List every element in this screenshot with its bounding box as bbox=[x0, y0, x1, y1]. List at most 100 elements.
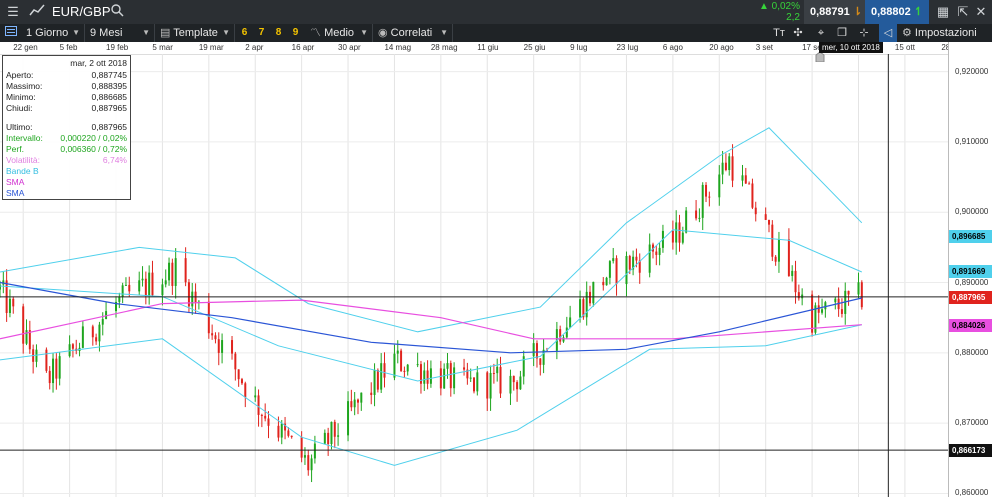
candle-body bbox=[535, 343, 538, 359]
panel-icon[interactable] bbox=[2, 24, 20, 42]
candle-body bbox=[191, 291, 194, 307]
candle-body bbox=[68, 344, 71, 357]
candle-body bbox=[353, 399, 356, 408]
candle-body bbox=[280, 423, 283, 438]
candle-body bbox=[244, 383, 247, 398]
low-value: 0,886685 bbox=[91, 92, 127, 102]
candle-body bbox=[148, 272, 151, 296]
date-tick-label: 5 feb bbox=[59, 43, 78, 52]
candle-body bbox=[393, 353, 396, 378]
candle-body bbox=[741, 175, 744, 181]
popout-icon[interactable]: ⇱ bbox=[954, 3, 972, 21]
price-chart[interactable] bbox=[0, 54, 948, 497]
chevron-down-icon: ▼ bbox=[360, 28, 368, 37]
medio-select[interactable]: 〽 Medio ▼ bbox=[310, 24, 373, 42]
candle-body bbox=[635, 256, 638, 261]
correlati-select[interactable]: ◉ Correlati ▼ bbox=[378, 24, 453, 42]
ask-box[interactable]: 0,88802 ↿ bbox=[865, 0, 930, 24]
candle-body bbox=[168, 262, 171, 281]
quick-template-6[interactable]: 6 bbox=[238, 26, 251, 40]
collapse-icon[interactable]: ▦ bbox=[934, 3, 952, 21]
candle-body bbox=[221, 340, 224, 353]
candle-body bbox=[612, 258, 615, 262]
candle-body bbox=[313, 443, 316, 459]
settings-button[interactable]: ⚙ Impostazioni bbox=[902, 24, 992, 42]
quick-template-7[interactable]: 7 bbox=[255, 26, 268, 40]
candle-body bbox=[101, 319, 104, 325]
copy-icon[interactable]: ❐ bbox=[833, 24, 851, 42]
menu-icon[interactable]: ☰ bbox=[4, 3, 22, 21]
candle-body bbox=[705, 184, 708, 197]
chart-toolbar: 1 Giorno ▼ 9 Mesi ▼ ▤ Template ▼ 6 7 8 9 〽 … bbox=[0, 24, 992, 42]
candle-body bbox=[701, 184, 704, 218]
candle-body bbox=[516, 382, 519, 390]
candle-body bbox=[718, 174, 721, 198]
candle-body bbox=[0, 284, 1, 290]
candle-body bbox=[774, 256, 777, 262]
search-icon[interactable] bbox=[108, 3, 126, 21]
correlati-label: Correlati bbox=[390, 27, 433, 39]
candle-body bbox=[323, 432, 326, 444]
candle-body bbox=[439, 368, 442, 389]
tag-icon[interactable]: ◁ bbox=[879, 24, 897, 42]
date-tick-label: 20 ago bbox=[709, 43, 734, 52]
text-tool-icon[interactable]: Tт bbox=[770, 24, 788, 42]
date-tick-label: 22 gen bbox=[13, 43, 38, 52]
candle-body bbox=[141, 278, 144, 281]
candle-body bbox=[211, 333, 214, 336]
candle-body bbox=[628, 255, 631, 270]
perf-value: 0,006360 / 0,72% bbox=[60, 144, 127, 154]
candle-body bbox=[347, 401, 350, 436]
chevron-down-icon: ▼ bbox=[222, 28, 230, 37]
candle-body bbox=[81, 326, 84, 348]
medio-label: Medio bbox=[324, 27, 355, 39]
candle-body bbox=[519, 376, 522, 390]
candle-body bbox=[416, 364, 419, 366]
candle-body bbox=[589, 291, 592, 304]
range-select[interactable]: 9 Mesi ▼ bbox=[90, 24, 155, 42]
candle-body bbox=[217, 339, 220, 353]
candle-body bbox=[214, 335, 217, 340]
date-tick-label: 16 apr bbox=[291, 43, 315, 52]
legend-sma-slow: SMA bbox=[6, 188, 25, 198]
candle-body bbox=[608, 261, 611, 278]
close-label: Chiudi: bbox=[6, 103, 33, 113]
candle-body bbox=[171, 262, 174, 286]
period-select[interactable]: 1 Giorno ▼ bbox=[26, 24, 85, 42]
candle-body bbox=[592, 281, 595, 304]
price-tick-label: 0,890000 bbox=[955, 277, 989, 287]
pointer-icon[interactable]: ⊹ bbox=[855, 24, 873, 42]
bid-price: 0,88791 bbox=[810, 6, 850, 18]
candle-body bbox=[237, 369, 240, 380]
crosshair-tool-icon[interactable]: ✣ bbox=[789, 24, 807, 42]
date-tick-label: 14 mag bbox=[384, 43, 412, 52]
candle-body bbox=[449, 363, 452, 389]
line-chart-icon[interactable] bbox=[28, 3, 46, 21]
draw-tool-icon[interactable]: ⌖ bbox=[812, 24, 830, 42]
candle-body bbox=[744, 175, 747, 184]
close-icon[interactable]: ✕ bbox=[972, 3, 990, 21]
candle-body bbox=[446, 363, 449, 369]
change-percent: ▲ 0,02% bbox=[758, 1, 800, 12]
open-value: 0,887745 bbox=[91, 70, 127, 80]
candle-body bbox=[834, 298, 837, 303]
open-label: Aperto: bbox=[6, 70, 34, 80]
candle-body bbox=[138, 280, 141, 292]
candle-body bbox=[423, 370, 426, 384]
quick-template-9[interactable]: 9 bbox=[289, 26, 302, 40]
candle-body bbox=[811, 294, 814, 333]
candle-body bbox=[751, 183, 754, 208]
candle-body bbox=[121, 285, 124, 297]
bid-box[interactable]: 0,88791 ⇂ bbox=[804, 0, 869, 24]
candle-body bbox=[473, 377, 475, 392]
candle-body bbox=[350, 401, 353, 408]
candle-body bbox=[602, 281, 605, 286]
candle-body bbox=[625, 255, 628, 285]
candle-body bbox=[539, 358, 542, 365]
quick-template-8[interactable]: 8 bbox=[272, 26, 285, 40]
candle-body bbox=[559, 329, 562, 342]
cursor-date-tag: mer, 10 ott 2018 bbox=[819, 42, 883, 53]
template-select[interactable]: ▤ Template ▼ bbox=[160, 24, 235, 42]
candle-body bbox=[303, 455, 306, 458]
last-value: 0,887965 bbox=[91, 122, 127, 132]
